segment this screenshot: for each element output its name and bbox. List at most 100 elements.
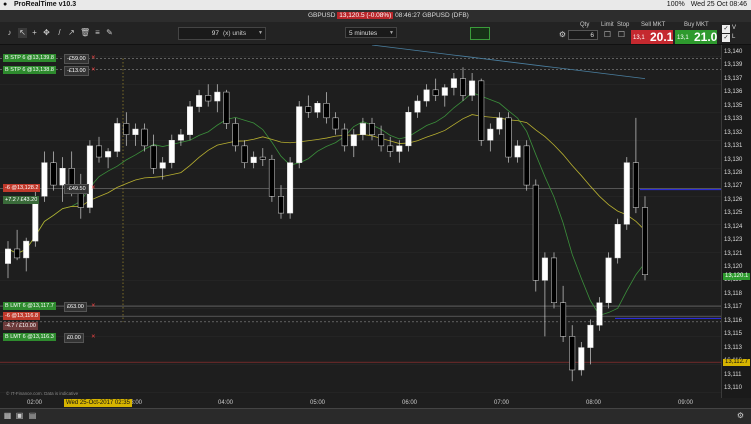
candle-body — [614, 224, 621, 259]
book-icon[interactable]: ▤ — [28, 411, 37, 421]
interval-select[interactable]: 5 minutes ▼ — [345, 27, 397, 38]
units-field[interactable]: 97 (x) units ▼ — [178, 27, 266, 40]
checkbox-v[interactable]: ✓ — [722, 25, 730, 33]
level-price-tag: 13,112.7 — [723, 358, 750, 366]
candle-body — [14, 248, 21, 259]
sell-price-small: 13,1 — [633, 35, 645, 41]
layout-icon[interactable]: ▦ — [3, 411, 12, 421]
candle-body — [478, 80, 485, 141]
instrument-time: 08:46:27 GBPUSD (DFB) — [395, 12, 469, 19]
order-tag[interactable]: B STP 6 @13,138.8 — [3, 65, 56, 74]
order-tag[interactable]: -4.7 / £10.00 — [3, 322, 38, 331]
candle-body — [177, 134, 184, 141]
limit-toggle-icon[interactable]: ☐ — [603, 30, 612, 40]
buy-price-big: 21.0 — [694, 30, 718, 44]
order-tag-pnl: -£13.00 — [64, 65, 89, 76]
sell-label: Sell MKT — [641, 22, 666, 28]
chevron-down-icon[interactable]: ▼ — [258, 28, 263, 39]
buy-market-button[interactable]: 13,1 21.0 — [675, 30, 717, 44]
close-order-icon[interactable]: ✕ — [89, 302, 98, 310]
time-axis-tick: 06:00 — [402, 400, 418, 406]
chart-toolbar: ♪ ↖ + ✥ / ↗ 🗑 ≡ ✎ 97 (x) units ▼ 5 minut… — [0, 22, 751, 45]
limit-label: Limit — [601, 22, 614, 28]
app-name[interactable]: ProRealTime v10.3 — [14, 0, 76, 10]
price-axis-tick: 13,118 — [724, 290, 742, 297]
qty-label: Qty — [580, 22, 590, 28]
buy-price-small: 13,1 — [677, 35, 689, 41]
candle-body — [359, 123, 366, 135]
close-order-icon[interactable]: ✕ — [89, 66, 98, 74]
settings-icon[interactable]: ⚙ — [736, 411, 745, 421]
candle-body — [305, 106, 312, 113]
price-axis-tick: 13,111 — [724, 371, 742, 378]
candle-body — [578, 347, 585, 371]
data-credit: © IT-Finance.com. Data is indicative — [6, 391, 79, 396]
move-icon[interactable]: ✥ — [42, 28, 51, 38]
price-axis-tick: 13,133 — [724, 116, 743, 123]
units-value[interactable]: 97 — [212, 28, 219, 39]
candle-body — [5, 248, 11, 264]
candle-body — [523, 145, 530, 186]
bell-icon[interactable]: ♪ — [5, 28, 14, 38]
current-price-tag: 13,120.1 — [723, 273, 751, 281]
time-axis-tick: 09:00 — [678, 400, 694, 406]
order-tag[interactable]: B LMT 6 @13,116.3 — [3, 333, 56, 342]
apple-icon[interactable]: ● — [3, 0, 7, 10]
order-tag-label: B STP 6 @13,139.8 — [5, 55, 54, 62]
stop-toggle-icon[interactable]: ☐ — [617, 30, 626, 40]
price-chart[interactable] — [0, 45, 751, 398]
candle-body — [551, 257, 557, 303]
crosshair-icon[interactable]: + — [30, 28, 39, 38]
candle-body — [460, 78, 466, 96]
candle-body — [541, 257, 548, 281]
price-axis-tick: 13,140 — [724, 49, 743, 55]
order-tag[interactable]: -6 @13,128.2 — [3, 184, 41, 193]
sell-market-button[interactable]: 13,1 20.1 — [631, 30, 673, 44]
candle-body — [514, 145, 521, 158]
price-axis-tick: 13,130 — [724, 156, 743, 163]
candle-body — [23, 240, 30, 259]
order-tag[interactable]: -6 @13,116.8 — [3, 312, 41, 321]
price-axis-tick: 13,115 — [724, 331, 742, 338]
candle-body — [50, 162, 57, 186]
window-titlebar: GBPUSD 13,120.5 (-0.08%) 08:46:27 GBPUSD… — [0, 10, 751, 22]
close-order-icon[interactable]: ✕ — [89, 54, 98, 62]
qty-input[interactable]: 6 — [568, 30, 598, 40]
time-axis-tick: 07:00 — [494, 400, 510, 406]
candle-body — [241, 145, 248, 163]
order-tag[interactable]: B STP 6 @13,139.8 — [3, 54, 56, 63]
candle-body — [569, 336, 576, 371]
chevron-down-icon[interactable]: ▼ — [389, 28, 394, 39]
arrow-tool-icon[interactable]: ↗ — [67, 28, 76, 38]
close-order-icon[interactable]: ✕ — [89, 184, 98, 192]
candle-body — [560, 302, 567, 337]
instrument-title: GBPUSD 13,120.5 (-0.08%) 08:46:27 GBPUSD… — [308, 10, 469, 22]
checkbox-l[interactable]: ✓ — [722, 34, 730, 42]
interval-value: 5 minutes — [349, 30, 378, 37]
candle-body — [323, 103, 330, 119]
order-tag-pnl: -£59.00 — [64, 54, 89, 65]
candle-body — [86, 145, 93, 208]
candle-body — [332, 117, 339, 130]
clock[interactable]: Wed 25 Oct 08:46 — [691, 0, 747, 10]
price-axis-tick: 13,123 — [724, 237, 743, 244]
close-order-icon[interactable]: ✕ — [89, 333, 98, 341]
pointer-icon[interactable]: ↖ — [18, 28, 27, 38]
window-icon[interactable]: ▣ — [15, 411, 24, 421]
line-tool-icon[interactable]: / — [55, 28, 64, 38]
price-axis-tick: 13,120 — [724, 264, 743, 271]
menu-icon[interactable]: ≡ — [93, 28, 102, 38]
order-tag-label: -4.7 / £10.00 — [5, 323, 36, 330]
trash-icon[interactable]: 🗑 — [80, 28, 90, 38]
price-axis-tick: 13,128 — [724, 169, 743, 176]
candle-body — [441, 87, 448, 96]
order-tag[interactable]: B LMT 6 @13,117.7 — [3, 302, 56, 311]
wrench-icon[interactable]: ⚙ — [558, 30, 567, 40]
order-tag[interactable]: +7.2 / £43.20 — [3, 195, 40, 204]
pencil-icon[interactable]: ✎ — [105, 28, 114, 38]
date-highlight: Wed 25-Oct-2017 02:35 — [64, 399, 132, 407]
candle-body — [205, 95, 212, 102]
order-tag-pnl: £63.00 — [64, 302, 87, 313]
indicator-toggle[interactable] — [470, 27, 490, 40]
battery-status[interactable]: 100% — [667, 0, 685, 10]
